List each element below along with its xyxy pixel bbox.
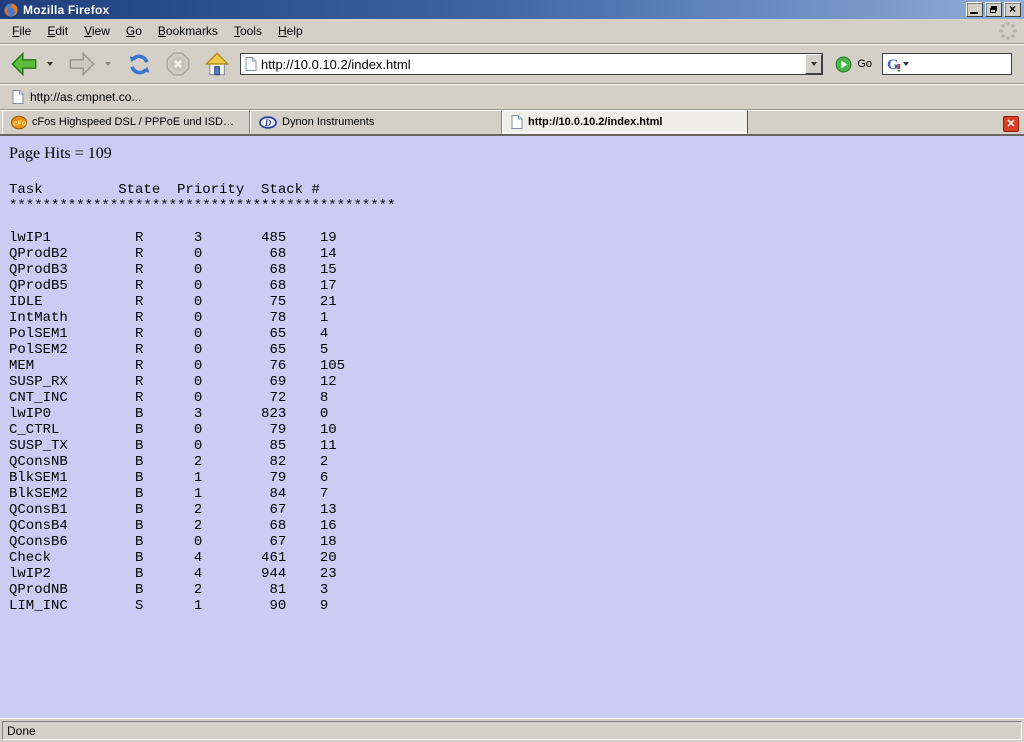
- close-button[interactable]: ×: [1004, 2, 1021, 17]
- menu-item-bookmarks[interactable]: Bookmarks: [150, 21, 226, 41]
- menu-item-view[interactable]: View: [76, 21, 118, 41]
- tab-label: cFos Highspeed DSL / PPPoE und ISDN CAP.…: [32, 116, 241, 128]
- chevron-down-icon: [903, 62, 909, 66]
- home-icon: [203, 51, 230, 78]
- chevron-down-icon: [105, 62, 111, 66]
- search-box[interactable]: G: [882, 53, 1012, 75]
- svg-text:D: D: [264, 117, 272, 127]
- page-hits-text: Page Hits = 109: [9, 145, 112, 163]
- status-bar: Done: [0, 718, 1024, 742]
- menu-item-file[interactable]: File: [4, 21, 39, 41]
- close-icon: ✕: [1006, 119, 1015, 129]
- tab-close-button[interactable]: ✕: [1003, 116, 1019, 132]
- forward-dropdown-button[interactable]: [100, 47, 116, 81]
- dynon-icon: D: [259, 116, 277, 129]
- forward-arrow-icon: [68, 50, 96, 78]
- back-arrow-icon: [10, 50, 38, 78]
- browser-window: Mozilla Firefox × File Edit View Go Book…: [0, 0, 1024, 742]
- page-icon: [511, 115, 523, 129]
- minimize-icon: [970, 12, 978, 14]
- url-bar: [240, 53, 823, 75]
- go-label: Go: [857, 58, 872, 70]
- forward-button[interactable]: [66, 47, 98, 81]
- bookmark-label: http://as.cmpnet.co...: [30, 90, 141, 104]
- stop-button[interactable]: [163, 47, 193, 81]
- status-text: Done: [2, 721, 1022, 740]
- url-input[interactable]: [261, 55, 805, 73]
- chevron-down-icon: [47, 62, 53, 66]
- cfos-icon: cFos: [11, 114, 27, 130]
- navigation-toolbar: Go G: [0, 44, 1024, 84]
- svg-text:cFos: cFos: [13, 119, 27, 128]
- search-input[interactable]: [912, 57, 1024, 71]
- menu-item-edit[interactable]: Edit: [39, 21, 76, 41]
- reload-button[interactable]: [124, 47, 155, 81]
- tab-bar: cFos cFos Highspeed DSL / PPPoE und ISDN…: [0, 110, 1024, 136]
- page-content: Page Hits = 109 Task State Priority Stac…: [0, 136, 1024, 718]
- menu-item-tools[interactable]: Tools: [226, 21, 270, 41]
- minimize-button[interactable]: [966, 2, 983, 17]
- url-dropdown-button[interactable]: [805, 54, 822, 74]
- back-dropdown-button[interactable]: [42, 47, 58, 81]
- menu-item-go[interactable]: Go: [118, 21, 150, 41]
- svg-text:G: G: [887, 57, 899, 72]
- page-icon: [245, 57, 257, 71]
- restore-button[interactable]: [985, 2, 1002, 17]
- reload-icon: [126, 51, 153, 78]
- back-button[interactable]: [8, 47, 40, 81]
- home-button[interactable]: [201, 47, 232, 81]
- page-icon: [12, 90, 24, 104]
- menu-bar: File Edit View Go Bookmarks Tools Help: [0, 19, 1024, 44]
- tab-dynon[interactable]: D Dynon Instruments: [250, 110, 502, 134]
- go-button[interactable]: Go: [831, 56, 880, 73]
- go-icon: [835, 56, 852, 73]
- bookmark-item[interactable]: http://as.cmpnet.co...: [8, 88, 145, 106]
- stop-icon: [165, 51, 191, 77]
- title-bar: Mozilla Firefox ×: [0, 0, 1024, 19]
- tab-cfos[interactable]: cFos cFos Highspeed DSL / PPPoE und ISDN…: [2, 110, 250, 134]
- menu-item-help[interactable]: Help: [270, 21, 311, 41]
- close-icon: ×: [1009, 4, 1016, 15]
- bookmarks-toolbar: http://as.cmpnet.co...: [0, 84, 1024, 110]
- window-title: Mozilla Firefox: [23, 3, 109, 17]
- task-table: Task State Priority Stack # ************…: [9, 182, 395, 614]
- tab-label: http://10.0.10.2/index.html: [528, 116, 662, 128]
- throbber-icon: [998, 21, 1018, 41]
- chevron-down-icon: [811, 62, 817, 66]
- restore-icon: [990, 6, 997, 13]
- firefox-logo-icon: [3, 2, 19, 18]
- google-icon: G: [886, 56, 902, 72]
- tab-label: Dynon Instruments: [282, 116, 374, 128]
- tab-index-html[interactable]: http://10.0.10.2/index.html: [502, 110, 748, 134]
